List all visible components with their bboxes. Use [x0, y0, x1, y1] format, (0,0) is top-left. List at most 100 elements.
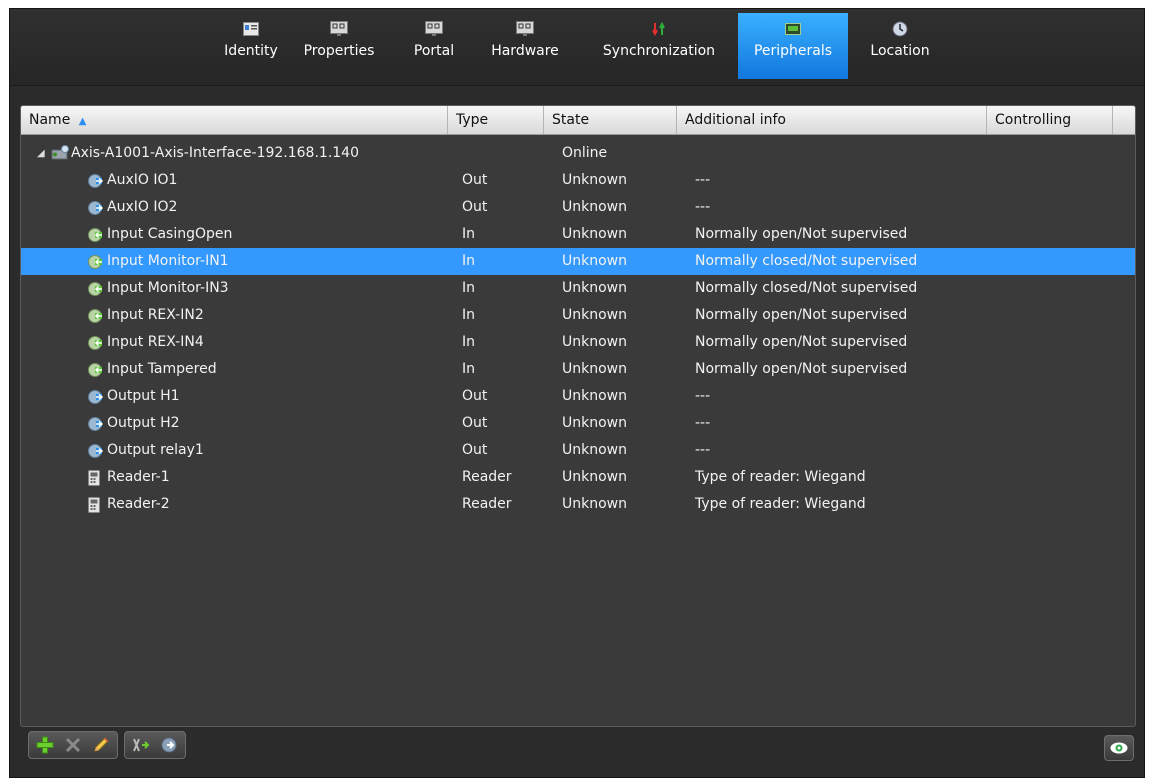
tab-properties[interactable]: Properties	[296, 13, 382, 79]
row-type: Out	[462, 199, 488, 215]
row-state: Unknown	[562, 361, 627, 377]
row-name: Input REX-IN2	[107, 307, 204, 323]
edit-button-group	[28, 731, 118, 759]
row-state: Unknown	[562, 469, 627, 485]
edit-icon	[94, 737, 109, 752]
portal-icon	[425, 21, 443, 37]
output-action-button[interactable]	[157, 734, 181, 756]
table-row[interactable]: Input Monitor-IN1 In Unknown Normally close…	[21, 248, 1135, 275]
peripherals-icon	[784, 21, 802, 37]
row-info: Normally closed/Not supervised	[695, 280, 918, 296]
table-row[interactable]: Input Tampered In Unknown Normally open/Not…	[21, 356, 1135, 383]
row-type: Out	[462, 415, 488, 431]
device-state: Online	[562, 145, 608, 161]
output-icon	[87, 443, 104, 459]
row-info: ---	[695, 172, 711, 188]
row-name: Reader-1	[107, 469, 170, 485]
table-row[interactable]: Input CasingOpen In Unknown Normally open/N…	[21, 221, 1135, 248]
tab-location[interactable]: Location	[862, 13, 938, 79]
link-button[interactable]	[129, 734, 153, 756]
tab-label: Location	[870, 43, 930, 59]
sort-ascending-icon: ▲	[78, 116, 87, 127]
column-header-controlling[interactable]: Controlling	[987, 106, 1113, 134]
row-info: ---	[695, 199, 711, 215]
row-name: AuxIO IO1	[107, 172, 178, 188]
location-icon	[891, 21, 909, 37]
column-label: Controlling	[995, 112, 1072, 128]
row-name: Output H1	[107, 388, 180, 404]
tab-portal[interactable]: Portal	[404, 13, 464, 79]
table-row[interactable]: Input Monitor-IN3 In Unknown Normally close…	[21, 275, 1135, 302]
table-toolbar	[28, 731, 186, 761]
row-info: Normally open/Not supervised	[695, 361, 908, 377]
view-button[interactable]	[1104, 735, 1134, 761]
tab-label: Synchronization	[602, 43, 716, 59]
properties-icon	[330, 21, 348, 37]
eye-icon	[1110, 742, 1128, 754]
column-header-type[interactable]: Type	[448, 106, 544, 134]
output-icon	[87, 389, 104, 405]
table-row[interactable]: Output H2 Out Unknown ---	[21, 410, 1135, 437]
row-state: Unknown	[562, 172, 627, 188]
input-icon	[87, 308, 103, 324]
row-info: Type of reader: Wiegand	[695, 469, 866, 485]
row-type: Out	[462, 172, 488, 188]
edit-button[interactable]	[89, 734, 113, 756]
hardware-icon	[516, 21, 534, 37]
row-info: Normally closed/Not supervised	[695, 253, 918, 269]
row-state: Unknown	[562, 226, 627, 242]
tab-label: Peripherals	[753, 43, 833, 59]
table-row[interactable]: Reader-2 Reader Unknown Type of reader: Wie…	[21, 491, 1135, 518]
collapse-arrow-icon[interactable]: ◢	[37, 140, 45, 167]
row-info: ---	[695, 415, 711, 431]
row-state: Unknown	[562, 496, 627, 512]
tab-peripherals[interactable]: Peripherals	[738, 13, 848, 79]
tab-identity[interactable]: Identity	[218, 13, 284, 79]
table-row[interactable]: AuxIO IO2 Out Unknown ---	[21, 194, 1135, 221]
device-row[interactable]: ◢ Axis-A1001-Axis-Interface-192.168.1.14…	[21, 140, 1135, 167]
row-type: In	[462, 361, 476, 377]
table-row[interactable]: Input REX-IN4 In Unknown Normally open/Not …	[21, 329, 1135, 356]
row-state: Unknown	[562, 334, 627, 350]
row-info: ---	[695, 442, 711, 458]
row-type: Reader	[462, 469, 512, 485]
row-type: In	[462, 307, 476, 323]
row-state: Unknown	[562, 415, 627, 431]
add-button[interactable]	[33, 734, 57, 756]
column-label: Name	[29, 112, 71, 128]
row-info: Type of reader: Wiegand	[695, 496, 866, 512]
row-type: In	[462, 253, 476, 269]
device-name: Axis-A1001-Axis-Interface-192.168.1.140	[71, 145, 359, 161]
row-state: Unknown	[562, 199, 627, 215]
row-state: Unknown	[562, 388, 627, 404]
delete-button[interactable]	[61, 734, 85, 756]
row-name: Input CasingOpen	[107, 226, 233, 242]
table-row[interactable]: Input REX-IN2 In Unknown Normally open/Not …	[21, 302, 1135, 329]
tab-hardware[interactable]: Hardware	[480, 13, 570, 79]
input-icon	[87, 362, 103, 378]
tab-label: Hardware	[491, 43, 559, 59]
table-row[interactable]: AuxIO IO1 Out Unknown ---	[21, 167, 1135, 194]
input-icon	[87, 335, 103, 351]
column-label: State	[552, 112, 590, 128]
table-row[interactable]: Output H1 Out Unknown ---	[21, 383, 1135, 410]
reader-icon	[87, 470, 103, 486]
device-icon	[50, 145, 69, 161]
row-name: Output relay1	[107, 442, 204, 458]
output-icon	[87, 416, 104, 432]
column-header-additional-info[interactable]: Additional info	[677, 106, 987, 134]
tab-synchronization[interactable]: Synchronization	[588, 13, 730, 79]
row-state: Unknown	[562, 253, 627, 269]
tab-label: Identity	[224, 43, 278, 59]
row-name: Output H2	[107, 415, 180, 431]
input-icon	[87, 227, 103, 243]
table-row[interactable]: Reader-1 Reader Unknown Type of reader: Wie…	[21, 464, 1135, 491]
column-header-state[interactable]: State	[544, 106, 677, 134]
row-info: Normally open/Not supervised	[695, 226, 908, 242]
table-row[interactable]: Output relay1 Out Unknown ---	[21, 437, 1135, 464]
row-type: In	[462, 280, 476, 296]
table-header: Name ▲ Type State Additional info Contro…	[21, 106, 1135, 135]
row-name: Input Tampered	[107, 361, 217, 377]
add-icon	[36, 736, 54, 754]
column-header-name[interactable]: Name ▲	[21, 106, 448, 134]
